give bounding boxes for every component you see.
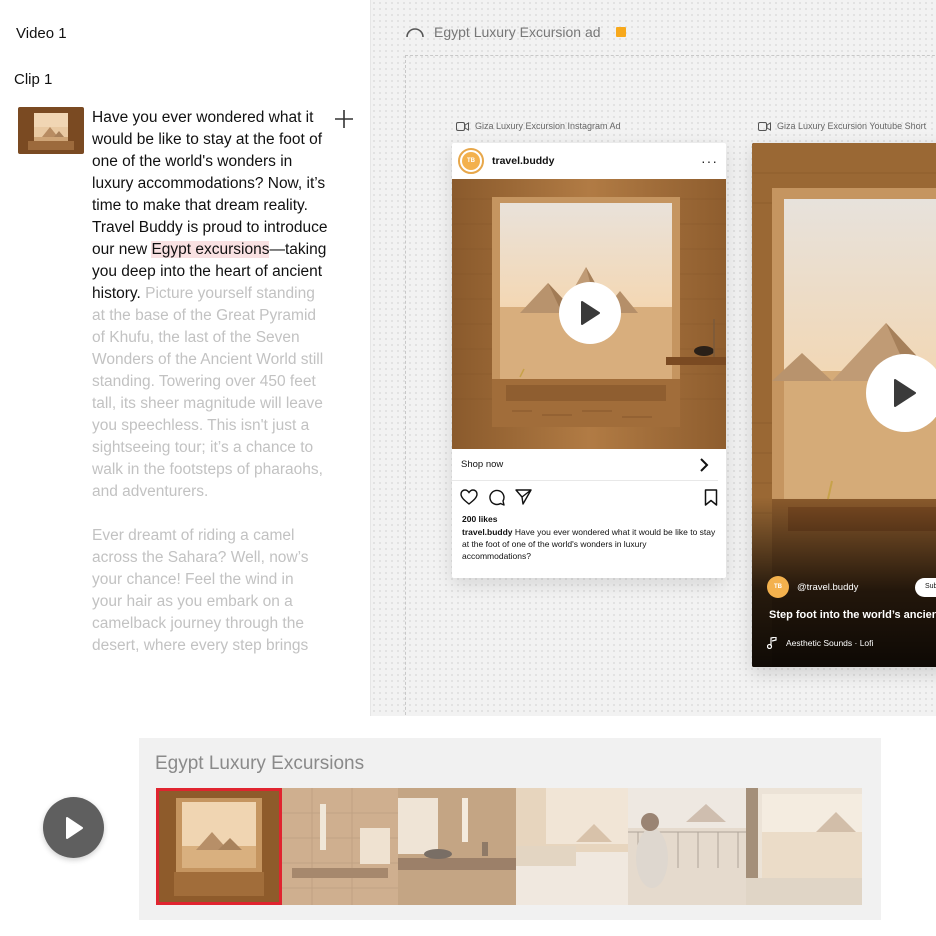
avatar: TB: [767, 576, 789, 598]
timeline-panel: Egypt Luxury Excursions: [0, 716, 936, 936]
heart-icon[interactable]: [460, 489, 478, 505]
video-label: Video 1: [16, 25, 67, 42]
ig-post-image[interactable]: [452, 179, 726, 449]
canvas-title-text: Egypt Luxury Excursion ad: [434, 24, 601, 40]
video-camera-icon: [758, 121, 771, 131]
instagram-ad-label-text: Giza Luxury Excursion Instagram Ad: [475, 121, 621, 131]
yt-music-label: Aesthetic Sounds · Lofi: [786, 638, 874, 648]
timeline-frame-5[interactable]: [628, 788, 746, 905]
timeline-frame-6[interactable]: [746, 788, 862, 905]
shop-now-button[interactable]: Shop now: [452, 449, 718, 481]
comment-icon[interactable]: [488, 489, 505, 506]
play-icon: [65, 816, 83, 839]
timeline-track[interactable]: Egypt Luxury Excursions: [139, 738, 881, 920]
likes-count: 200 likes: [462, 514, 498, 524]
play-icon: [894, 379, 916, 407]
bookmark-icon[interactable]: [704, 488, 718, 506]
timeline-frame-4[interactable]: [516, 788, 628, 905]
caption-username[interactable]: travel.buddy: [462, 527, 513, 537]
clip-thumbnail[interactable]: [18, 107, 84, 154]
loading-arc-icon: [406, 28, 424, 38]
canvas-title: Egypt Luxury Excursion ad: [405, 24, 626, 40]
timeline-frame-1[interactable]: [156, 788, 282, 905]
yt-music[interactable]: Aesthetic Sounds · Lofi: [767, 637, 873, 649]
timeline-title: Egypt Luxury Excursions: [155, 753, 365, 774]
instagram-ad-card[interactable]: TB travel.buddy ··· Shop now 200 likes t…: [452, 143, 726, 578]
yt-handle: @travel.buddy: [797, 581, 859, 593]
youtube-ad-label-text: Giza Luxury Excursion Youtube Short: [777, 121, 927, 131]
ig-actions: [452, 481, 726, 513]
clip-label: Clip 1: [14, 71, 53, 88]
play-icon: [581, 301, 600, 325]
ad-canvas[interactable]: Egypt Luxury Excursion ad Giza Luxury Ex…: [370, 0, 936, 716]
chevron-right-icon: [700, 457, 709, 472]
play-button[interactable]: [559, 282, 621, 344]
script-panel: Video 1 Clip 1 Have you ever wondered wh…: [0, 0, 370, 716]
video-camera-icon: [456, 121, 469, 131]
script-paragraph-active: Have you ever wondered what it would be …: [92, 107, 328, 503]
avatar-logo: TB: [462, 152, 480, 170]
add-icon[interactable]: [333, 108, 355, 130]
script-dim-part-2: Ever dreamt of riding a camel across the…: [92, 527, 309, 654]
shop-now-label: Shop now: [461, 459, 504, 470]
timeline-frames: [156, 788, 862, 905]
avatar[interactable]: TB: [458, 148, 484, 174]
status-indicator: [615, 27, 626, 37]
script-highlight[interactable]: Egypt excursions: [151, 241, 270, 258]
timeline-frame-2[interactable]: [282, 788, 398, 905]
script-active-part-1: Have you ever wondered what it would be …: [92, 109, 328, 258]
yt-caption: Step foot into the world’s ancient: [769, 609, 936, 621]
script-dim-part-1: Picture yourself standing at the base of…: [92, 285, 324, 500]
yt-channel[interactable]: TB @travel.buddy: [767, 576, 858, 598]
timeline-play-button[interactable]: [43, 797, 104, 858]
ig-header: TB travel.buddy ···: [452, 143, 726, 179]
subscribe-button[interactable]: Sub: [915, 578, 936, 597]
ig-caption: travel.buddy Have you ever wondered what…: [452, 524, 726, 562]
yt-play-button[interactable]: [866, 354, 936, 432]
timeline-frame-3[interactable]: [398, 788, 516, 905]
music-note-icon: [767, 637, 777, 649]
share-icon[interactable]: [515, 489, 532, 505]
more-options-icon[interactable]: ···: [701, 153, 718, 169]
youtube-short-card[interactable]: TB @travel.buddy Sub Step foot into the …: [752, 143, 936, 667]
instagram-ad-label: Giza Luxury Excursion Instagram Ad: [456, 121, 621, 131]
script-text[interactable]: Have you ever wondered what it would be …: [92, 107, 328, 657]
ig-username[interactable]: travel.buddy: [492, 155, 554, 167]
youtube-ad-label: Giza Luxury Excursion Youtube Short: [758, 121, 926, 131]
